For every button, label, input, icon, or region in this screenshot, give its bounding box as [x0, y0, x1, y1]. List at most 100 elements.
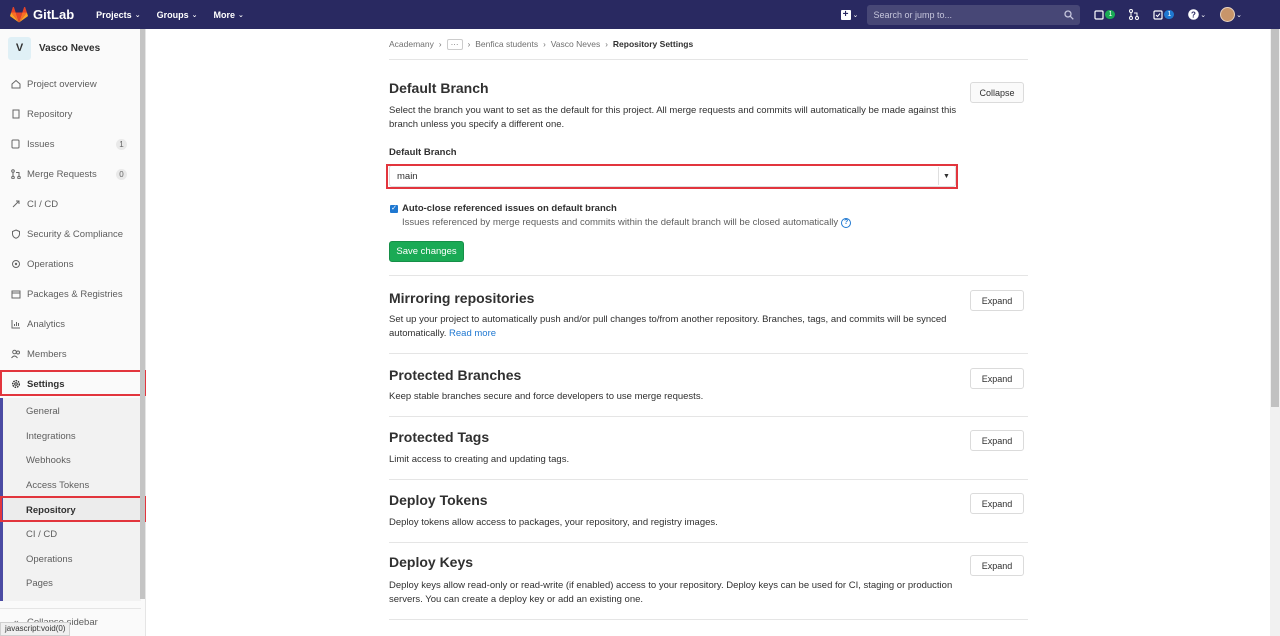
chevron-right-icon: › — [467, 39, 471, 49]
subnav-item-ci-cd[interactable]: CI / CD — [3, 522, 141, 546]
merge-requests-nav-button[interactable] — [1129, 9, 1140, 20]
todos-nav-button[interactable]: 1 — [1153, 9, 1175, 20]
subnav-item-operations[interactable]: Operations — [3, 547, 141, 571]
todo-count-badge: 1 — [1164, 10, 1175, 19]
chevron-down-icon: ⌄ — [191, 11, 198, 19]
cloud-gear-icon — [11, 259, 21, 269]
search-box[interactable] — [867, 4, 1081, 25]
sidebar-item-label: Packages & Registries — [27, 288, 123, 300]
sidebar-item-analytics[interactable]: Analytics — [0, 312, 141, 336]
expand-button[interactable]: Expand — [970, 555, 1024, 576]
subnav-item-integrations[interactable]: Integrations — [3, 424, 141, 448]
section-description: Keep stable branches secure and force de… — [389, 391, 704, 402]
chevron-right-icon: › — [543, 39, 546, 49]
gitlab-logo[interactable]: GitLab — [10, 6, 75, 23]
sidebar-item-label: Analytics — [27, 318, 66, 330]
sidebar-item-repository[interactable]: Repository — [0, 102, 141, 126]
chevron-down-icon: ⌄ — [1236, 11, 1242, 19]
expand-button[interactable]: Expand — [970, 368, 1024, 389]
breadcrumb-item[interactable]: Vasco Neves — [551, 39, 600, 49]
highlight-box-branch-select — [386, 164, 958, 189]
default-branch-label: Default Branch — [389, 147, 457, 158]
brand-name: GitLab — [33, 7, 75, 22]
search-input[interactable] — [873, 9, 1065, 20]
section-description: Limit access to creating and updating ta… — [389, 454, 570, 465]
sidebar-item-label: Merge Requests — [27, 168, 97, 180]
project-name: Vasco Neves — [39, 42, 101, 54]
top-navbar: GitLab Projects⌄ Groups⌄ More⌄ + ⌄ 1 1 — [0, 0, 1280, 29]
sidebar-scrollbar[interactable] — [140, 29, 145, 599]
more-menu-label: More — [213, 9, 235, 20]
sidebar-item-label: Project overview — [27, 78, 97, 90]
gitlab-tanuki-icon — [10, 6, 28, 22]
sidebar-item-operations[interactable]: Operations — [0, 252, 141, 276]
chevron-right-icon: › — [438, 39, 442, 49]
expand-button[interactable]: Expand — [970, 290, 1024, 311]
expand-button[interactable]: Expand — [970, 430, 1024, 451]
merge-request-icon — [1129, 9, 1140, 20]
sidebar-item-project-overview[interactable]: Project overview — [0, 72, 141, 96]
issues-nav-button[interactable]: 1 — [1094, 9, 1116, 20]
section-title: Mirroring repositories — [389, 290, 535, 306]
search-icon — [1064, 9, 1075, 20]
sidebar-item-label: Security & Compliance — [27, 228, 124, 240]
question-circle-icon[interactable]: ? — [841, 217, 852, 228]
browser-status-bar: javascript:void(0) — [0, 622, 71, 636]
new-dropdown-button[interactable]: + ⌄ — [839, 5, 859, 25]
chevron-right-icon: › — [605, 39, 608, 49]
doc-icon — [11, 109, 21, 119]
chevron-down-icon: ⌄ — [1200, 11, 1207, 19]
subnav-item-general[interactable]: General — [3, 399, 141, 423]
groups-menu[interactable]: Groups ⌄ — [157, 10, 198, 20]
breadcrumb-current: Repository Settings — [612, 39, 694, 49]
user-avatar — [1220, 7, 1236, 22]
svg-text:?: ? — [1191, 10, 1196, 19]
issues-count-badge: 1 — [116, 138, 127, 150]
breadcrumb-more-button[interactable]: ··· — [446, 38, 463, 50]
section-title: Protected Branches — [389, 367, 522, 383]
project-sidebar: V Vasco Neves Project overview Repositor… — [0, 29, 146, 636]
projects-menu-label: Projects — [96, 9, 132, 20]
package-icon — [11, 289, 21, 299]
page-scrollbar-thumb[interactable] — [1271, 29, 1279, 407]
breadcrumb-item[interactable]: Benfica students — [475, 39, 538, 49]
breadcrumb-item[interactable]: Academany — [389, 39, 434, 49]
help-menu-button[interactable]: ? ⌄ — [1188, 9, 1206, 20]
groups-menu-label: Groups — [156, 9, 189, 20]
highlight-box-repository — [0, 496, 146, 522]
read-more-link[interactable]: Read more — [449, 328, 496, 339]
section-title: Deploy Tokens — [389, 492, 488, 508]
auto-close-help-text: Issues referenced by merge requests and … — [402, 217, 839, 228]
project-header[interactable]: V Vasco Neves — [0, 29, 145, 67]
sidebar-item-label: Operations — [27, 258, 74, 270]
user-menu-button[interactable]: ⌄ — [1220, 7, 1242, 22]
more-menu[interactable]: More ⌄ — [213, 10, 243, 20]
projects-menu[interactable]: Projects ⌄ — [96, 10, 140, 20]
issues-count-badge: 1 — [1105, 10, 1116, 19]
question-circle-icon: ? — [1188, 9, 1200, 20]
section-description: Deploy keys allow read-only or read-writ… — [389, 580, 953, 605]
save-changes-button[interactable]: Save changes — [389, 241, 464, 262]
default-branch-section: Default Branch Select the branch you wan… — [386, 61, 1028, 276]
sidebar-item-issues[interactable]: Issues 1 — [0, 132, 141, 156]
sidebar-item-label: Issues — [27, 138, 55, 150]
sidebar-item-ci-cd[interactable]: CI / CD — [0, 192, 141, 216]
section-description: Select the branch you want to set as the… — [389, 105, 957, 130]
sidebar-item-merge-requests[interactable]: Merge Requests 0 — [0, 162, 141, 186]
sidebar-item-members[interactable]: Members — [0, 342, 141, 366]
collapse-button[interactable]: Collapse — [970, 82, 1024, 103]
main-content: Academany › ··· › Benfica students › Vas… — [386, 29, 1028, 620]
sidebar-item-security-compliance[interactable]: Security & Compliance — [0, 222, 141, 246]
subnav-item-pages[interactable]: Pages — [3, 571, 141, 595]
deploy-tokens-section: Deploy Tokens Deploy tokens allow access… — [389, 481, 1028, 543]
auto-close-checkbox[interactable]: ✓ — [390, 205, 398, 213]
subnav-item-access-tokens[interactable]: Access Tokens — [3, 473, 141, 497]
rocket-icon — [11, 199, 21, 209]
chevron-down-icon: ⌄ — [134, 11, 141, 19]
expand-button[interactable]: Expand — [970, 493, 1024, 514]
sidebar-item-label: Repository — [27, 108, 73, 120]
page-scrollbar[interactable] — [1270, 29, 1280, 636]
sidebar-item-packages-registries[interactable]: Packages & Registries — [0, 282, 141, 306]
section-title: Deploy Keys — [389, 554, 474, 570]
subnav-item-webhooks[interactable]: Webhooks — [3, 448, 141, 472]
